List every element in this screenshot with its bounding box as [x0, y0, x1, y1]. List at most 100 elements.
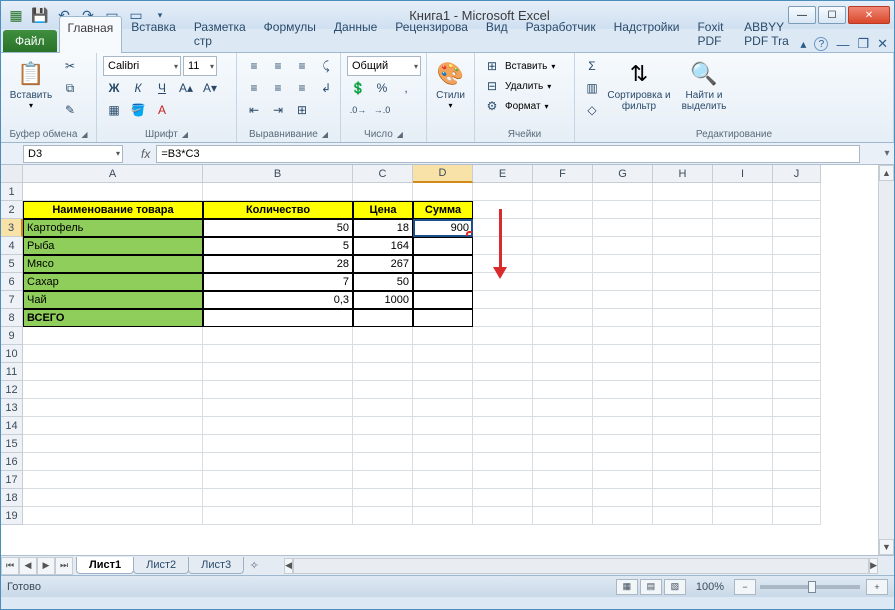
- sheet-tab-0[interactable]: Лист1: [76, 557, 134, 574]
- cell-B18[interactable]: [203, 489, 353, 507]
- cell-J7[interactable]: [773, 291, 821, 309]
- page-layout-view-button[interactable]: ▤: [640, 579, 662, 595]
- cell-G2[interactable]: [593, 201, 653, 219]
- cell-J14[interactable]: [773, 417, 821, 435]
- cell-J8[interactable]: [773, 309, 821, 327]
- cell-H17[interactable]: [653, 471, 713, 489]
- doc-minimize-button[interactable]: —: [836, 37, 849, 52]
- row-header-19[interactable]: 19: [1, 507, 23, 525]
- cell-A16[interactable]: [23, 453, 203, 471]
- column-header-B[interactable]: B: [203, 165, 353, 183]
- sheet-tab-2[interactable]: Лист3: [188, 557, 244, 574]
- cell-J19[interactable]: [773, 507, 821, 525]
- column-header-J[interactable]: J: [773, 165, 821, 183]
- row-header-15[interactable]: 15: [1, 435, 23, 453]
- number-format-combo[interactable]: Общий: [347, 56, 421, 76]
- close-button[interactable]: ✕: [848, 6, 890, 24]
- cell-B11[interactable]: [203, 363, 353, 381]
- cell-I11[interactable]: [713, 363, 773, 381]
- cell-I8[interactable]: [713, 309, 773, 327]
- cell-E16[interactable]: [473, 453, 533, 471]
- cell-D18[interactable]: [413, 489, 473, 507]
- row-header-14[interactable]: 14: [1, 417, 23, 435]
- cell-D15[interactable]: [413, 435, 473, 453]
- cell-H9[interactable]: [653, 327, 713, 345]
- autosum-button[interactable]: Σ: [581, 56, 603, 76]
- column-header-H[interactable]: H: [653, 165, 713, 183]
- row-header-13[interactable]: 13: [1, 399, 23, 417]
- cell-I6[interactable]: [713, 273, 773, 291]
- cell-total-label[interactable]: ВСЕГО: [23, 309, 203, 327]
- cell-D9[interactable]: [413, 327, 473, 345]
- cell-H6[interactable]: [653, 273, 713, 291]
- orientation-button[interactable]: ⤹: [315, 56, 337, 76]
- cell-E19[interactable]: [473, 507, 533, 525]
- cell-name-7[interactable]: Чай: [23, 291, 203, 309]
- cell-G11[interactable]: [593, 363, 653, 381]
- wrap-text-button[interactable]: ↲: [315, 78, 337, 98]
- sheet-nav-0[interactable]: ⏮: [1, 557, 19, 575]
- header-price[interactable]: Цена: [353, 201, 413, 219]
- cell-I16[interactable]: [713, 453, 773, 471]
- cell-G17[interactable]: [593, 471, 653, 489]
- column-header-F[interactable]: F: [533, 165, 593, 183]
- cell-F18[interactable]: [533, 489, 593, 507]
- cell-C11[interactable]: [353, 363, 413, 381]
- cell-sum-5[interactable]: [413, 255, 473, 273]
- cell-F3[interactable]: [533, 219, 593, 237]
- cell-name-4[interactable]: Рыба: [23, 237, 203, 255]
- scroll-up-button[interactable]: ▲: [879, 165, 894, 181]
- row-header-1[interactable]: 1: [1, 183, 23, 201]
- cell-E14[interactable]: [473, 417, 533, 435]
- cell-A11[interactable]: [23, 363, 203, 381]
- cell-I17[interactable]: [713, 471, 773, 489]
- cell-E10[interactable]: [473, 345, 533, 363]
- expand-formula-bar-button[interactable]: ▾: [880, 148, 894, 159]
- zoom-level[interactable]: 100%: [696, 581, 724, 593]
- underline-button[interactable]: Ч: [151, 78, 173, 98]
- cell-qty-7[interactable]: 0,3: [203, 291, 353, 309]
- cell-F1[interactable]: [533, 183, 593, 201]
- cell-G13[interactable]: [593, 399, 653, 417]
- ribbon-tab-9[interactable]: Foxit PDF: [688, 15, 735, 52]
- cell-F7[interactable]: [533, 291, 593, 309]
- align-top-button[interactable]: ≡: [243, 56, 265, 76]
- align-right-button[interactable]: ≡: [291, 78, 313, 98]
- cell-H4[interactable]: [653, 237, 713, 255]
- cell-G5[interactable]: [593, 255, 653, 273]
- cell-A13[interactable]: [23, 399, 203, 417]
- cell-E13[interactable]: [473, 399, 533, 417]
- cell-C8[interactable]: [353, 309, 413, 327]
- cell-F4[interactable]: [533, 237, 593, 255]
- cell-H13[interactable]: [653, 399, 713, 417]
- font-dialog-launcher[interactable]: ◢: [182, 130, 188, 139]
- number-dialog-launcher[interactable]: ◢: [397, 130, 403, 139]
- cell-F6[interactable]: [533, 273, 593, 291]
- cell-J16[interactable]: [773, 453, 821, 471]
- ribbon-tab-2[interactable]: Разметка стр: [185, 15, 255, 52]
- decrease-font-button[interactable]: A▾: [199, 78, 221, 98]
- cell-C16[interactable]: [353, 453, 413, 471]
- cell-C1[interactable]: [353, 183, 413, 201]
- sheet-tab-1[interactable]: Лист2: [133, 557, 189, 574]
- cell-G12[interactable]: [593, 381, 653, 399]
- cell-A18[interactable]: [23, 489, 203, 507]
- cell-price-4[interactable]: 164: [353, 237, 413, 255]
- font-size-combo[interactable]: 11: [183, 56, 217, 76]
- row-header-10[interactable]: 10: [1, 345, 23, 363]
- ribbon-tab-10[interactable]: ABBYY PDF Tra: [735, 15, 800, 52]
- bold-button[interactable]: Ж: [103, 78, 125, 98]
- row-header-18[interactable]: 18: [1, 489, 23, 507]
- cell-G3[interactable]: [593, 219, 653, 237]
- cell-G14[interactable]: [593, 417, 653, 435]
- increase-indent-button[interactable]: ⇥: [267, 100, 289, 120]
- align-left-button[interactable]: ≡: [243, 78, 265, 98]
- cell-G1[interactable]: [593, 183, 653, 201]
- clear-button[interactable]: ◇: [581, 100, 603, 120]
- cell-D19[interactable]: [413, 507, 473, 525]
- cell-H2[interactable]: [653, 201, 713, 219]
- cell-D12[interactable]: [413, 381, 473, 399]
- cell-price-3[interactable]: 18: [353, 219, 413, 237]
- cell-F14[interactable]: [533, 417, 593, 435]
- row-header-4[interactable]: 4: [1, 237, 23, 255]
